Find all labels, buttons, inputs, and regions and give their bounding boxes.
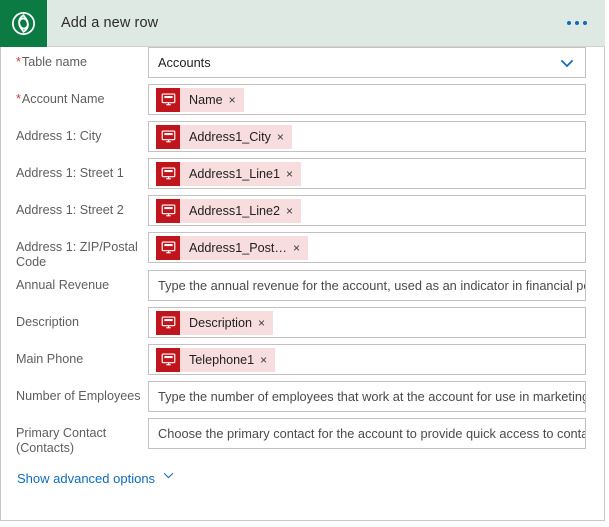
dynamic-content-monitor-icon bbox=[156, 347, 180, 372]
field-input[interactable]: Address1_Line2 × bbox=[148, 195, 586, 226]
dynamic-content-monitor-icon bbox=[156, 87, 180, 112]
field-input[interactable]: Accounts bbox=[148, 47, 586, 78]
dynamic-content-token[interactable]: Telephone1 × bbox=[156, 347, 276, 372]
field-label-text: Primary Contact (Contacts) bbox=[16, 426, 107, 455]
chevron-down-icon[interactable] bbox=[559, 55, 575, 71]
dataverse-logo-icon bbox=[0, 0, 47, 47]
field-label: Address 1: City bbox=[16, 121, 148, 144]
dynamic-content-token-wrap: Address1_City × bbox=[149, 124, 292, 149]
field-label-text: Number of Employees bbox=[16, 389, 141, 403]
field-input[interactable]: Address1_City × bbox=[148, 121, 586, 152]
token-label: Telephone1 bbox=[189, 352, 255, 367]
form-row: Address 1: Street 2 Address1_Line2 × bbox=[0, 195, 605, 232]
dynamic-content-token-wrap: Description × bbox=[149, 310, 274, 335]
field-label: Main Phone bbox=[16, 344, 148, 367]
dynamic-content-token-wrap: Address1_Line1 × bbox=[149, 161, 302, 186]
field-placeholder-text: Choose the primary contact for the accou… bbox=[158, 426, 585, 441]
field-input[interactable]: Telephone1 × bbox=[148, 344, 586, 375]
field-label: Primary Contact (Contacts) bbox=[16, 418, 148, 456]
overflow-dot-icon bbox=[583, 21, 587, 25]
dynamic-content-token[interactable]: Address1_Line1 × bbox=[156, 161, 302, 186]
field-label: Address 1: ZIP/Postal Code bbox=[16, 232, 148, 270]
remove-token-icon[interactable]: × bbox=[258, 317, 273, 329]
field-label-text: Address 1: City bbox=[16, 129, 102, 143]
form-row: Number of Employees Type the number of em… bbox=[0, 381, 605, 418]
show-advanced-options-button[interactable]: Show advanced options bbox=[0, 456, 175, 487]
dynamic-content-token-wrap: Address1_Line2 × bbox=[149, 198, 302, 223]
field-input[interactable]: Choose the primary contact for the accou… bbox=[148, 418, 586, 449]
field-label-text: Description bbox=[16, 315, 79, 329]
remove-token-icon[interactable]: × bbox=[229, 94, 244, 106]
form-row: Address 1: Street 1 Address1_Line1 × bbox=[0, 158, 605, 195]
dynamic-content-monitor-icon bbox=[156, 310, 180, 335]
field-label: Description bbox=[16, 307, 148, 330]
dynamic-content-token-wrap: Name × bbox=[149, 87, 244, 112]
form-row: Primary Contact (Contacts) Choose the pri… bbox=[0, 418, 605, 456]
remove-token-icon[interactable]: × bbox=[260, 354, 275, 366]
field-label-text: Account Name bbox=[21, 92, 105, 106]
overflow-menu-button[interactable] bbox=[567, 21, 587, 25]
dynamic-content-token-wrap: Address1_Post… × bbox=[149, 235, 309, 260]
dynamic-content-monitor-icon bbox=[156, 161, 180, 186]
field-label-text: Address 1: ZIP/Postal Code bbox=[16, 240, 138, 269]
page-title: Add a new row bbox=[61, 15, 159, 31]
field-label: *Account Name bbox=[16, 84, 148, 107]
field-label-text: Address 1: Street 1 bbox=[16, 166, 124, 180]
dynamic-content-monitor-icon bbox=[156, 124, 180, 149]
dynamic-content-monitor-icon bbox=[156, 235, 180, 260]
overflow-dot-icon bbox=[575, 21, 579, 25]
dropdown-selected-value: Accounts bbox=[158, 55, 211, 70]
overflow-dot-icon bbox=[567, 21, 571, 25]
dynamic-content-token[interactable]: Address1_City × bbox=[156, 124, 292, 149]
dynamic-content-token[interactable]: Description × bbox=[156, 310, 274, 335]
field-label: Address 1: Street 2 bbox=[16, 195, 148, 218]
field-input[interactable]: Name × bbox=[148, 84, 586, 115]
token-label: Address1_Line1 bbox=[189, 166, 281, 181]
form-row: Address 1: ZIP/Postal Code Address1_Post…… bbox=[0, 232, 605, 270]
remove-token-icon[interactable]: × bbox=[293, 242, 308, 254]
field-input[interactable]: Type the annual revenue for the account,… bbox=[148, 270, 586, 301]
form-row: *Account Name Name × bbox=[0, 84, 605, 121]
token-label: Name bbox=[189, 92, 223, 107]
form-row: *Table name Accounts bbox=[0, 47, 605, 84]
card-header: Add a new row bbox=[0, 0, 605, 47]
dynamic-content-token[interactable]: Address1_Post… × bbox=[156, 235, 309, 260]
field-label: Address 1: Street 1 bbox=[16, 158, 148, 181]
field-placeholder-text: Type the number of employees that work a… bbox=[158, 389, 585, 404]
token-label: Address1_Post… bbox=[189, 240, 288, 255]
field-placeholder-text: Type the annual revenue for the account,… bbox=[158, 278, 585, 293]
field-input[interactable]: Description × bbox=[148, 307, 586, 338]
field-label-text: Main Phone bbox=[16, 352, 84, 366]
form-row: Main Phone Telephone1 × bbox=[0, 344, 605, 381]
form-row: Address 1: City Address1_City × bbox=[0, 121, 605, 158]
dynamic-content-token-wrap: Telephone1 × bbox=[149, 347, 276, 372]
field-label: *Table name bbox=[16, 47, 148, 70]
field-input[interactable]: Address1_Line1 × bbox=[148, 158, 586, 189]
token-label: Address1_Line2 bbox=[189, 203, 281, 218]
add-a-new-row-card: Add a new row *Table name Accounts *Accoun… bbox=[0, 0, 609, 527]
dynamic-content-token[interactable]: Name × bbox=[156, 87, 244, 112]
required-asterisk: * bbox=[16, 92, 21, 106]
field-label-text: Annual Revenue bbox=[16, 278, 110, 292]
form-fields-list: *Table name Accounts *Account Name Name × Add… bbox=[0, 47, 605, 456]
field-label-text: Table name bbox=[21, 55, 88, 69]
remove-token-icon[interactable]: × bbox=[286, 205, 301, 217]
required-asterisk: * bbox=[16, 55, 21, 69]
dynamic-content-token[interactable]: Address1_Line2 × bbox=[156, 198, 302, 223]
field-input[interactable]: Type the number of employees that work a… bbox=[148, 381, 586, 412]
form-row: Description Description × bbox=[0, 307, 605, 344]
field-label: Number of Employees bbox=[16, 381, 148, 404]
token-label: Description bbox=[189, 315, 252, 330]
token-label: Address1_City bbox=[189, 129, 271, 144]
field-input[interactable]: Address1_Post… × bbox=[148, 232, 586, 263]
field-label: Annual Revenue bbox=[16, 270, 148, 293]
remove-token-icon[interactable]: × bbox=[277, 131, 292, 143]
chevron-down-icon bbox=[162, 469, 175, 487]
field-label-text: Address 1: Street 2 bbox=[16, 203, 124, 217]
dynamic-content-monitor-icon bbox=[156, 198, 180, 223]
show-advanced-options-label: Show advanced options bbox=[17, 470, 156, 486]
form-row: Annual Revenue Type the annual revenue fo… bbox=[0, 270, 605, 307]
remove-token-icon[interactable]: × bbox=[286, 168, 301, 180]
